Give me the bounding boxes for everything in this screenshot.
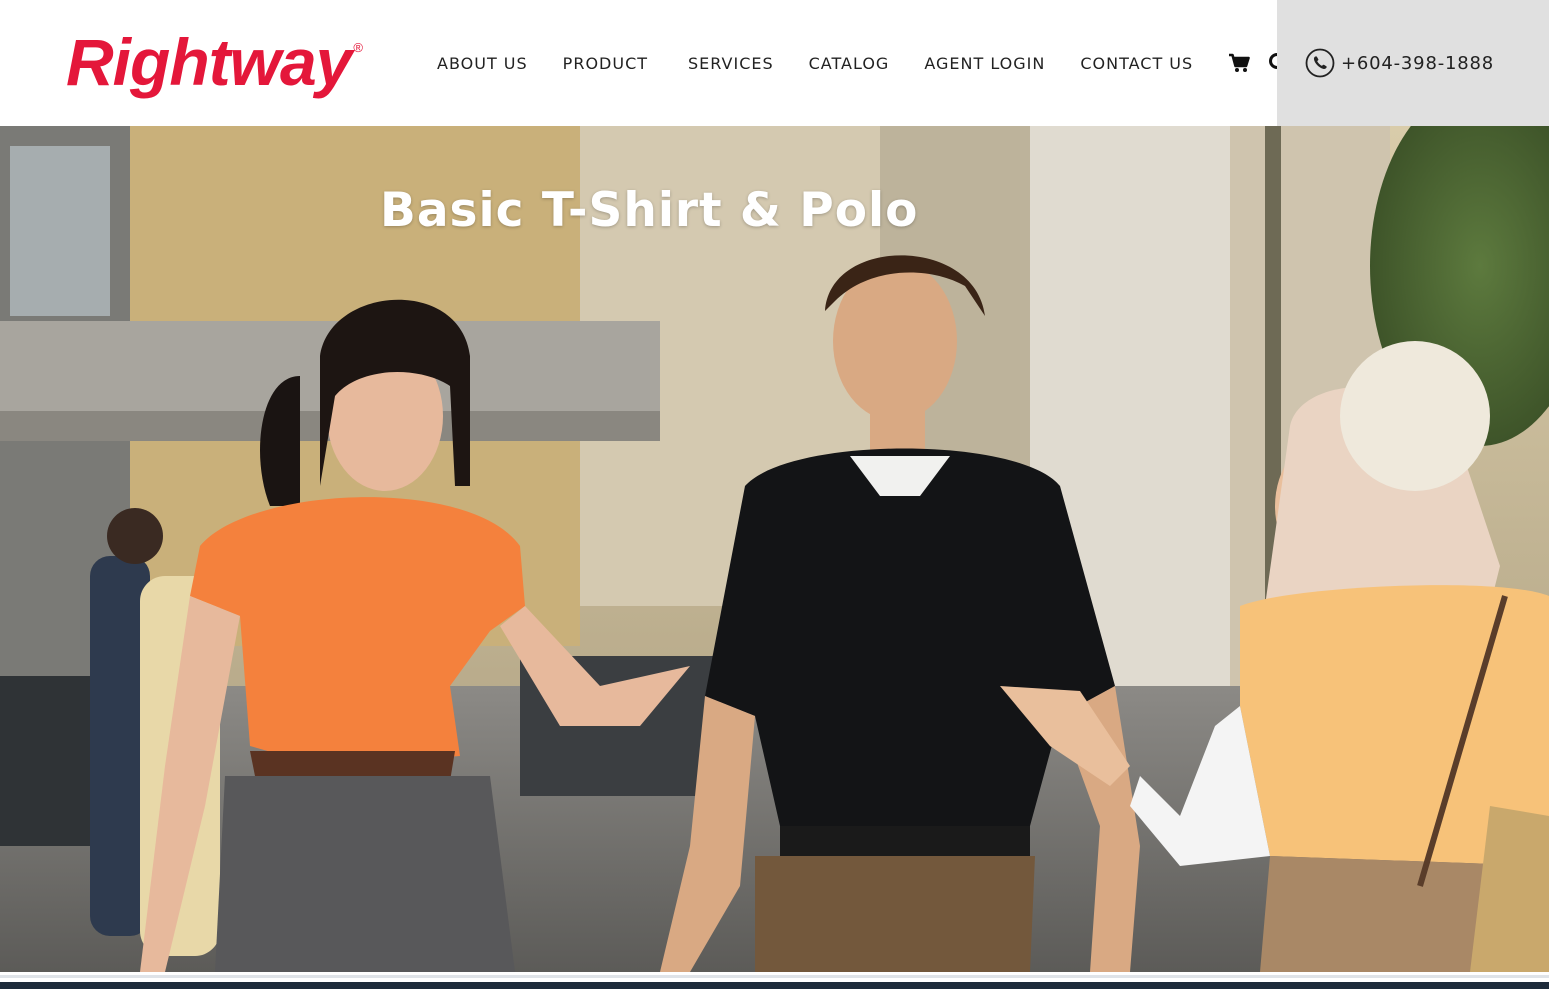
- phone-contact[interactable]: +604-398-1888: [1277, 0, 1549, 126]
- nav-item-contact-us[interactable]: CONTACT US: [1080, 54, 1193, 73]
- nav-item-services[interactable]: SERVICES: [688, 54, 774, 73]
- nav-item-about-us[interactable]: ABOUT US: [437, 54, 528, 73]
- hero-photo: [0, 126, 1549, 972]
- hero-banner: Basic T-Shirt & Polo: [0, 126, 1549, 972]
- nav-item-product[interactable]: PRODUCT: [563, 54, 648, 73]
- phone-number[interactable]: +604-398-1888: [1341, 53, 1494, 74]
- nav-item-agent-login[interactable]: AGENT LOGIN: [924, 54, 1045, 73]
- brand-logo-text: Rightway: [66, 25, 352, 99]
- hero-title: Basic T-Shirt & Polo: [380, 183, 919, 238]
- main-nav: ABOUT US PRODUCT SERVICES CATALOG AGENT …: [437, 0, 1291, 126]
- site-header: Rightway ® ABOUT US PRODUCT SERVICES CAT…: [0, 0, 1549, 126]
- bottom-strip: [0, 972, 1549, 989]
- cart-icon[interactable]: [1227, 51, 1251, 75]
- phone-icon: [1305, 48, 1335, 78]
- nav-item-catalog[interactable]: CATALOG: [809, 54, 890, 73]
- brand-logo[interactable]: Rightway ®: [66, 22, 363, 102]
- divider: [0, 975, 1549, 978]
- registered-mark: ®: [353, 40, 363, 55]
- footer-edge: [0, 982, 1549, 989]
